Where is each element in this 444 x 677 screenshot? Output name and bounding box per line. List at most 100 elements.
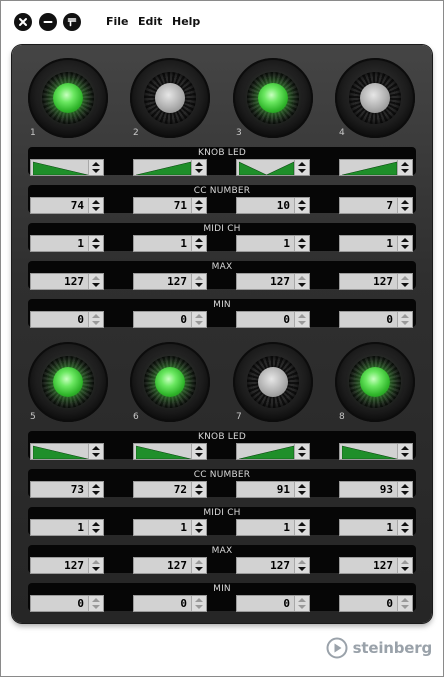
spin-up-icon[interactable] [92,200,100,204]
spin-down-icon[interactable] [298,283,306,287]
spin-up-icon[interactable] [92,598,100,602]
spin-button[interactable] [88,596,103,611]
spin-button[interactable] [88,444,103,459]
knob-led-mode-selector[interactable] [30,159,104,176]
spin-button[interactable] [294,482,309,497]
knob-3[interactable] [233,58,313,138]
spin-up-icon[interactable] [298,276,306,280]
spin-button[interactable] [294,198,309,213]
spin-button[interactable] [88,274,103,289]
spin-up-icon[interactable] [401,560,409,564]
spin-up-icon[interactable] [92,314,100,318]
min-field[interactable]: 0 [30,595,104,612]
spin-up-icon[interactable] [298,560,306,564]
max-field[interactable]: 127 [30,557,104,574]
spin-button[interactable] [294,160,309,175]
knob-led-mode-selector[interactable] [236,443,310,460]
knob-led-mode-selector[interactable] [236,159,310,176]
spin-button[interactable] [397,274,412,289]
spin-down-icon[interactable] [298,321,306,325]
spin-button[interactable] [191,198,206,213]
spin-button[interactable] [88,312,103,327]
spin-button[interactable] [397,520,412,535]
spin-button[interactable] [88,236,103,251]
spin-button[interactable] [191,444,206,459]
cc-number-field[interactable]: 93 [339,481,413,498]
spin-up-icon[interactable] [195,200,203,204]
spin-up-icon[interactable] [92,446,100,450]
knob-5[interactable] [28,342,108,422]
spin-button[interactable] [88,558,103,573]
spin-up-icon[interactable] [195,446,203,450]
spin-down-icon[interactable] [92,169,100,173]
spin-button[interactable] [88,482,103,497]
spin-up-icon[interactable] [401,484,409,488]
spin-button[interactable] [88,160,103,175]
close-button[interactable] [14,13,32,31]
spin-button[interactable] [294,444,309,459]
spin-down-icon[interactable] [195,207,203,211]
spin-down-icon[interactable] [401,283,409,287]
spin-down-icon[interactable] [195,169,203,173]
spin-button[interactable] [397,558,412,573]
knob-led-mode-selector[interactable] [30,443,104,460]
knob-4[interactable] [335,58,415,138]
spin-up-icon[interactable] [401,276,409,280]
knob-2[interactable] [130,58,210,138]
spin-down-icon[interactable] [401,453,409,457]
menu-edit[interactable]: Edit [138,15,162,28]
cc-number-field[interactable]: 71 [133,197,207,214]
minimize-button[interactable] [39,13,57,31]
cc-number-field[interactable]: 91 [236,481,310,498]
midi-ch-field[interactable]: 1 [236,519,310,536]
spin-up-icon[interactable] [195,560,203,564]
spin-up-icon[interactable] [298,238,306,242]
spin-up-icon[interactable] [92,276,100,280]
spin-up-icon[interactable] [401,446,409,450]
spin-button[interactable] [397,198,412,213]
spin-button[interactable] [294,520,309,535]
spin-up-icon[interactable] [401,238,409,242]
spin-down-icon[interactable] [195,453,203,457]
spin-down-icon[interactable] [195,529,203,533]
spin-down-icon[interactable] [92,283,100,287]
spin-down-icon[interactable] [298,567,306,571]
spin-down-icon[interactable] [92,207,100,211]
spin-up-icon[interactable] [195,484,203,488]
cc-number-field[interactable]: 73 [30,481,104,498]
spin-up-icon[interactable] [92,484,100,488]
max-field[interactable]: 127 [339,273,413,290]
knob-6[interactable] [130,342,210,422]
spin-down-icon[interactable] [92,321,100,325]
knob-1[interactable] [28,58,108,138]
cc-number-field[interactable]: 7 [339,197,413,214]
min-field[interactable]: 0 [133,595,207,612]
spin-button[interactable] [191,236,206,251]
spin-button[interactable] [191,482,206,497]
cc-number-field[interactable]: 74 [30,197,104,214]
spin-up-icon[interactable] [401,522,409,526]
spin-up-icon[interactable] [298,484,306,488]
max-field[interactable]: 127 [236,273,310,290]
spin-down-icon[interactable] [401,491,409,495]
knob-led-mode-selector[interactable] [133,159,207,176]
spin-button[interactable] [191,312,206,327]
spin-down-icon[interactable] [298,529,306,533]
spin-up-icon[interactable] [195,162,203,166]
spin-down-icon[interactable] [401,529,409,533]
min-field[interactable]: 0 [236,311,310,328]
spin-up-icon[interactable] [298,522,306,526]
spin-down-icon[interactable] [401,567,409,571]
spin-button[interactable] [397,444,412,459]
spin-button[interactable] [191,558,206,573]
max-field[interactable]: 127 [236,557,310,574]
spin-button[interactable] [397,160,412,175]
spin-down-icon[interactable] [401,321,409,325]
spin-down-icon[interactable] [298,491,306,495]
spin-button[interactable] [88,520,103,535]
knob-led-mode-selector[interactable] [133,443,207,460]
spin-down-icon[interactable] [401,605,409,609]
max-field[interactable]: 127 [133,273,207,290]
spin-up-icon[interactable] [401,598,409,602]
midi-ch-field[interactable]: 1 [30,235,104,252]
